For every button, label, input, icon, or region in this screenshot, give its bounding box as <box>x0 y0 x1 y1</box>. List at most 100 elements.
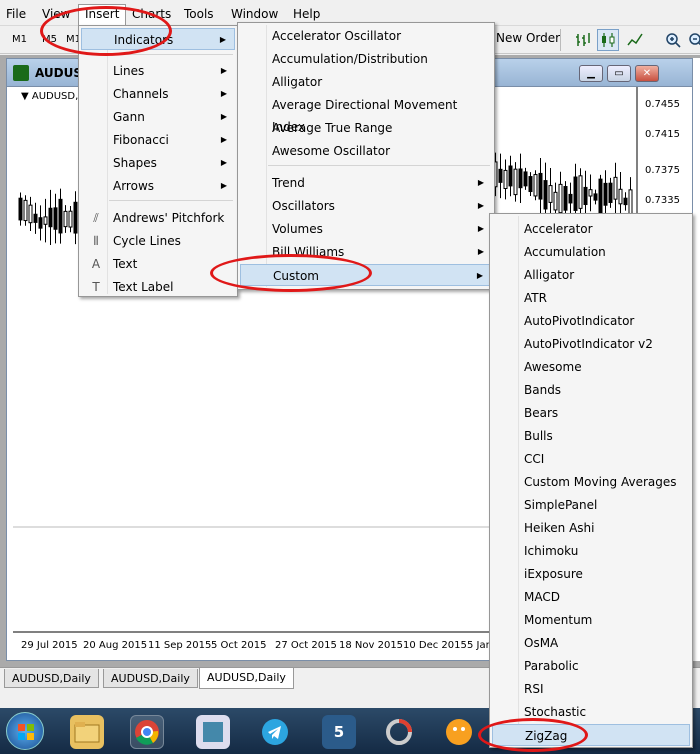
custom-indicator-bands[interactable]: Bands <box>492 379 690 401</box>
custom-indicator-heiken-ashi[interactable]: Heiken Ashi <box>492 517 690 539</box>
custom-indicator-awesome[interactable]: Awesome <box>492 356 690 378</box>
line-chart-icon[interactable] <box>624 29 646 51</box>
start-button[interactable] <box>6 712 44 750</box>
menu-item-label: Bulls <box>524 429 553 443</box>
submenu-arrow-icon: ▶ <box>477 178 484 187</box>
menu-item-label: SimplePanel <box>524 498 598 512</box>
pitchfork-icon: ⫽ <box>93 211 99 225</box>
indicator-item-accumulation-distribution[interactable]: Accumulation/Distribution <box>240 48 492 70</box>
menu-file[interactable]: File <box>0 5 32 23</box>
menu-tools[interactable]: Tools <box>178 5 220 23</box>
menu-item-label: CCI <box>524 452 545 466</box>
submenu-arrow-icon: ▶ <box>220 158 227 167</box>
menu-item-label: Alligator <box>272 75 323 89</box>
menu-item-label: Gann <box>113 110 145 124</box>
candle-body <box>558 183 563 214</box>
chart-tab[interactable]: AUDUSD,Daily <box>4 669 99 688</box>
insert-menu-item-andrews-pitchfork[interactable]: ⫽ Andrews' Pitchfork <box>81 207 235 229</box>
file-explorer-icon[interactable] <box>70 715 104 749</box>
bar-chart-icon[interactable] <box>572 29 594 51</box>
price-tick: 0.7415 <box>645 129 680 140</box>
menu-item-label: AutoPivotIndicator <box>524 314 635 328</box>
price-tick: 0.7335 <box>645 195 680 206</box>
minimize-button[interactable]: ▁ <box>579 65 603 82</box>
indicator-item-oscillators[interactable]: Oscillators ▶ <box>240 195 492 217</box>
insert-menu-item-cycle-lines[interactable]: ⦀ Cycle Lines <box>81 230 235 252</box>
telegram-icon[interactable] <box>258 715 292 749</box>
custom-indicator-osma[interactable]: OsMA <box>492 632 690 654</box>
indicator-item-accelerator-oscillator[interactable]: Accelerator Oscillator <box>240 25 492 47</box>
insert-menu-item-lines[interactable]: Lines ▶ <box>81 60 235 82</box>
date-tick: 5 Oct 2015 <box>211 640 267 651</box>
insert-menu-item-arrows[interactable]: Arrows ▶ <box>81 175 235 197</box>
menu-item-label: Parabolic <box>524 659 579 673</box>
custom-indicator-simplepanel[interactable]: SimplePanel <box>492 494 690 516</box>
menu-item-label: Bears <box>524 406 559 420</box>
dev-app-icon[interactable]: 5 <box>322 715 356 749</box>
indicator-item-trend[interactable]: Trend ▶ <box>240 172 492 194</box>
menu-item-label: Alligator <box>524 268 575 282</box>
candle-body <box>578 175 583 209</box>
menu-help[interactable]: Help <box>287 5 326 23</box>
custom-indicator-ichimoku[interactable]: Ichimoku <box>492 540 690 562</box>
custom-indicator-accumulation[interactable]: Accumulation <box>492 241 690 263</box>
menu-item-label: Fibonacci <box>113 133 169 147</box>
text-label-icon: T <box>92 280 100 294</box>
toolbar-separator <box>560 29 561 51</box>
candle-body <box>548 185 553 203</box>
custom-indicator-momentum[interactable]: Momentum <box>492 609 690 631</box>
menu-window[interactable]: Window <box>225 5 284 23</box>
submenu-arrow-icon: ▶ <box>477 247 484 256</box>
timeframe-m1[interactable]: M1 <box>12 34 27 45</box>
close-button[interactable]: ✕ <box>635 65 659 82</box>
indicator-item-volumes[interactable]: Volumes ▶ <box>240 218 492 240</box>
candle-body <box>503 169 508 190</box>
candle-body <box>528 176 533 193</box>
date-tick: 20 Aug 2015 <box>83 640 148 651</box>
custom-indicator-alligator[interactable]: Alligator <box>492 264 690 286</box>
mocaz-icon[interactable] <box>196 715 230 749</box>
candlestick-icon[interactable] <box>597 29 619 51</box>
menu-item-label: MACD <box>524 590 560 604</box>
custom-indicator-accelerator[interactable]: Accelerator <box>492 218 690 240</box>
indicator-item-average-true-range[interactable]: Average True Range <box>240 117 492 139</box>
new-order-button[interactable]: New Order <box>496 31 560 45</box>
chrome-icon[interactable] <box>130 715 164 749</box>
restore-button[interactable]: ▭ <box>607 65 631 82</box>
custom-indicator-bulls[interactable]: Bulls <box>492 425 690 447</box>
indicator-item-average-directional-movement-index[interactable]: Average Directional Movement Index <box>240 94 492 134</box>
candle-body <box>53 207 58 230</box>
insert-menu-item-fibonacci[interactable]: Fibonacci ▶ <box>81 129 235 151</box>
custom-indicator-bears[interactable]: Bears <box>492 402 690 424</box>
record-app-icon[interactable] <box>382 715 416 749</box>
chart-tab-active[interactable]: AUDUSD,Daily <box>199 668 294 689</box>
menu-item-label: ATR <box>524 291 547 305</box>
custom-indicator-rsi[interactable]: RSI <box>492 678 690 700</box>
candle-body <box>518 168 523 189</box>
menu-item-label: Accumulation/Distribution <box>272 52 428 66</box>
submenu-arrow-icon: ▶ <box>477 224 484 233</box>
custom-indicator-autopivotindicator-v2[interactable]: AutoPivotIndicator v2 <box>492 333 690 355</box>
insert-menu-item-gann[interactable]: Gann ▶ <box>81 106 235 128</box>
custom-indicator-iexposure[interactable]: iExposure <box>492 563 690 585</box>
candle-body <box>603 182 608 206</box>
candle-body <box>608 182 613 203</box>
insert-menu-item-channels[interactable]: Channels ▶ <box>81 83 235 105</box>
custom-indicator-autopivotindicator[interactable]: AutoPivotIndicator <box>492 310 690 332</box>
text-icon: A <box>91 257 101 271</box>
emoji-app-icon[interactable] <box>442 715 476 749</box>
candle-body <box>523 171 528 187</box>
zoom-out-icon[interactable] <box>685 29 700 51</box>
custom-indicator-macd[interactable]: MACD <box>492 586 690 608</box>
custom-indicator-atr[interactable]: ATR <box>492 287 690 309</box>
insert-menu-item-text-label[interactable]: T Text Label <box>81 276 235 298</box>
custom-indicator-parabolic[interactable]: Parabolic <box>492 655 690 677</box>
zoom-in-icon[interactable] <box>662 29 684 51</box>
chart-tab[interactable]: AUDUSD,Daily <box>103 669 198 688</box>
custom-indicator-custom-moving-averages[interactable]: Custom Moving Averages <box>492 471 690 493</box>
custom-indicator-cci[interactable]: CCI <box>492 448 690 470</box>
indicator-item-awesome-oscillator[interactable]: Awesome Oscillator <box>240 140 492 162</box>
insert-menu-item-shapes[interactable]: Shapes ▶ <box>81 152 235 174</box>
indicator-item-alligator[interactable]: Alligator <box>240 71 492 93</box>
menu-item-label: Average True Range <box>272 121 393 135</box>
